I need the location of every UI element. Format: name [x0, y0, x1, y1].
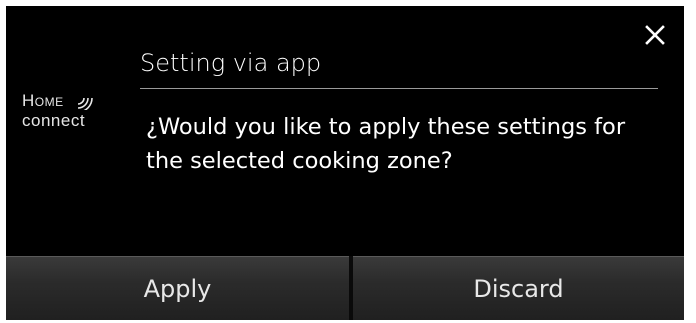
discard-button[interactable]: Discard [353, 256, 684, 320]
title-divider [140, 88, 658, 89]
discard-button-label: Discard [473, 274, 564, 303]
appliance-screen: Home connect Setting via app ¿Would you … [6, 6, 684, 320]
dialog-message: ¿Would you like to apply these settings … [146, 114, 626, 174]
apply-button-label: Apply [143, 274, 212, 303]
dialog-footer: Apply Discard [6, 256, 684, 320]
apply-button[interactable]: Apply [6, 256, 349, 320]
close-icon [645, 25, 665, 45]
close-button[interactable] [640, 20, 670, 50]
wifi-signal-icon [77, 97, 93, 110]
home-connect-logo: Home connect [22, 82, 132, 142]
logo-home-text: Home [22, 91, 64, 110]
dialog-title: Setting via app [140, 49, 322, 77]
logo-connect-text: connect [22, 111, 86, 130]
